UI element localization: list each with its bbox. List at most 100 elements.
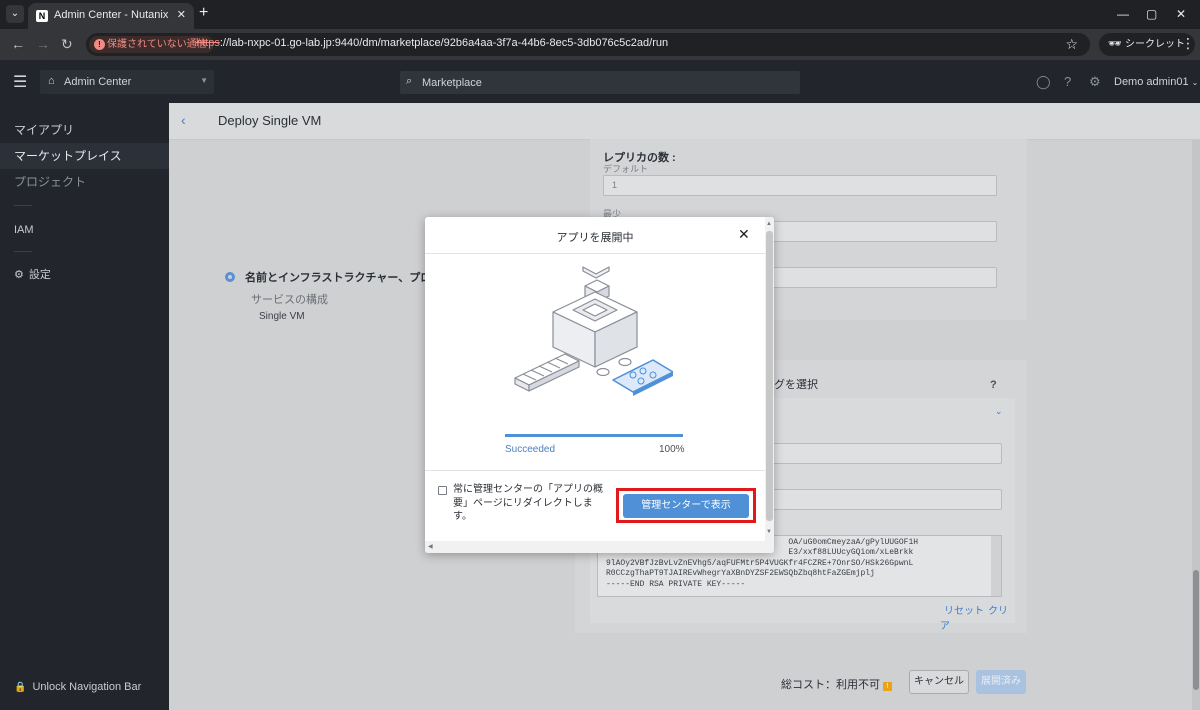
url-text[interactable]: https://lab-nxpc-01.go-lab.jp:9440/dm/ma… — [196, 37, 668, 49]
tab-search-chevron-icon[interactable]: ⌄ — [6, 5, 24, 23]
back-arrow-icon[interactable]: ← — [11, 36, 25, 52]
sidebar-item-projects[interactable]: プロジェクト — [0, 169, 169, 195]
page-header: ‹ Deploy Single VM — [169, 103, 1200, 140]
url-scheme: https — [196, 37, 220, 49]
gear-icon: ⚙ — [14, 269, 24, 281]
sidebar: マイアプリ マーケットプレイス プロジェクト IAM ⚙ 設定 🔒 Unlock N… — [0, 103, 169, 710]
key-line: 9lAOy2VBfJzBvLvZnEVhg5/aqFUFMtr5P4VUGKfr… — [606, 558, 914, 568]
browser-tabstrip: ⌄ N Admin Center - Nutanix ✕ + — ▢ ✕ — [0, 0, 1200, 29]
new-tab-icon[interactable]: + — [199, 5, 208, 21]
chevron-down-icon[interactable]: ⌄ — [995, 406, 1003, 417]
deploy-progress-bar — [505, 434, 683, 437]
close-icon[interactable]: ✕ — [738, 226, 750, 243]
lock-icon: 🔒 — [14, 682, 27, 693]
redirect-checkbox-label: 常に管理センターの「アプリの概要」ページにリダイレクトします。 — [453, 484, 603, 522]
browser-tab[interactable]: N Admin Center - Nutanix ✕ — [28, 3, 194, 29]
reset-link[interactable]: リセット — [944, 606, 984, 617]
sidebar-item-label: IAM — [14, 224, 34, 236]
sidebar-item-iam[interactable]: IAM — [0, 217, 169, 243]
sidebar-item-label: プロジェクト — [14, 175, 87, 189]
step-label: Single VM — [259, 311, 305, 322]
scroll-up-icon[interactable]: ▲ — [766, 221, 772, 227]
url-path: ://lab-nxpc-01.go-lab.jp:9440/dm/marketp… — [219, 37, 669, 49]
step-single-vm[interactable]: Single VM — [259, 311, 305, 322]
scroll-left-icon[interactable]: ◀ — [428, 543, 433, 550]
back-chevron-icon[interactable]: ‹ — [181, 112, 186, 128]
hamburger-menu-icon[interactable]: ☰ — [13, 72, 27, 92]
chevron-down-icon: ▼ — [200, 76, 208, 85]
step-name-infrastructure[interactable]: 名前とインフラストラクチャー、プロフ — [225, 269, 442, 285]
help-icon[interactable]: ? — [1064, 74, 1071, 89]
step-label: サービスの構成 — [251, 294, 328, 306]
textarea-scrollbar[interactable] — [991, 536, 1001, 596]
warning-icon: ! — [94, 39, 105, 50]
total-cost: 総コスト：利用不可! — [781, 676, 892, 692]
user-name: Demo admin01 — [1114, 76, 1189, 88]
dialog-title: アプリを展開中 — [556, 232, 634, 244]
task-status-icon[interactable]: ◯ — [1036, 74, 1051, 90]
replica-default-input[interactable]: 1 — [603, 175, 997, 196]
sidebar-item-settings[interactable]: ⚙ 設定 — [0, 262, 169, 288]
settings-gear-icon[interactable]: ⚙ — [1089, 74, 1101, 90]
view-in-admin-center-button[interactable]: 管理センターで表示 — [623, 494, 749, 518]
home-icon: ⌂ — [48, 75, 55, 87]
redirect-checkbox[interactable] — [438, 486, 447, 495]
maximize-icon[interactable]: ▢ — [1146, 7, 1157, 21]
app-switcher-label: Admin Center — [64, 76, 132, 88]
dialog-scrollbar[interactable]: ▲ ▼ — [765, 217, 774, 553]
incognito-icon: 🕶 — [1108, 38, 1122, 50]
scroll-down-icon[interactable]: ▼ — [766, 529, 772, 535]
scrollbar-thumb[interactable] — [766, 231, 773, 521]
deploy-button[interactable]: 展開済み — [976, 670, 1026, 694]
reload-icon[interactable]: ↻ — [61, 36, 73, 52]
nutanix-favicon-icon: N — [36, 10, 48, 22]
sidebar-item-marketplace[interactable]: マーケットプレイス — [0, 143, 169, 169]
step-service-config[interactable]: サービスの構成 — [251, 291, 328, 307]
unlock-label: Unlock Navigation Bar — [32, 681, 142, 693]
deploying-app-dialog: アプリを展開中 ✕ Succeeded 100% 常に管理センターの「アプリの概… — [425, 217, 774, 553]
progress-fill — [505, 434, 683, 437]
tab-close-icon[interactable]: ✕ — [177, 8, 186, 21]
unlock-navigation-bar[interactable]: 🔒 Unlock Navigation Bar — [14, 681, 141, 693]
forward-arrow-icon[interactable]: → — [36, 36, 50, 52]
step-active-radio-icon — [225, 272, 235, 282]
browser-toolbar: ← → ↻ ! 保護されていない通信 https://lab-nxpc-01.g… — [0, 29, 1200, 60]
sidebar-divider — [14, 251, 32, 252]
scrollbar-thumb[interactable] — [1193, 570, 1199, 690]
tab-title: Admin Center - Nutanix — [54, 9, 169, 21]
minimize-icon[interactable]: — — [1117, 7, 1129, 21]
security-label: 保護されていない通信 — [107, 39, 207, 50]
cost-label: 総コスト：利用不可 — [781, 679, 880, 691]
search-icon: ⌕ — [406, 75, 413, 87]
progress-percent: 100% — [659, 444, 685, 455]
action-footer: 総コスト：利用不可! キャンセル 展開済み — [169, 658, 1192, 710]
sidebar-item-label: 設定 — [28, 269, 51, 281]
app-switcher[interactable]: ⌂ Admin Center ▼ — [40, 70, 214, 94]
default-label: デフォルト — [603, 164, 649, 174]
help-icon[interactable]: ? — [990, 379, 997, 391]
incognito-label: シークレット — [1125, 39, 1185, 50]
sidebar-item-my-apps[interactable]: マイアプリ — [0, 117, 169, 143]
sidebar-divider — [14, 205, 32, 206]
window-close-icon[interactable]: ✕ — [1176, 7, 1186, 21]
page-title: Deploy Single VM — [218, 113, 322, 128]
global-search[interactable]: ⌕ — [400, 71, 800, 94]
search-input[interactable] — [422, 71, 792, 94]
page-scrollbar[interactable] — [1192, 140, 1200, 710]
sidebar-item-label: マーケットプレイス — [14, 149, 122, 163]
deployment-illustration — [514, 266, 673, 396]
dialog-horizontal-scrollbar[interactable]: ◀ — [425, 541, 765, 553]
chevron-down-icon: ⌄ — [1191, 78, 1199, 87]
user-menu[interactable]: Demo admin01 ⌄ — [1114, 76, 1198, 88]
sidebar-item-label: マイアプリ — [14, 123, 75, 137]
warning-icon: ! — [883, 682, 892, 691]
bookmark-star-icon[interactable]: ☆ — [1065, 36, 1078, 53]
cancel-button[interactable]: キャンセル — [909, 670, 969, 694]
dialog-divider — [425, 470, 765, 471]
address-bar[interactable]: ! 保護されていない通信 https://lab-nxpc-01.go-lab.… — [86, 33, 1090, 56]
key-line: R0CCzgThaPT9TJAIREvWhegrYaXBnDYZSF2EWSQb… — [606, 569, 875, 579]
app-header: ☰ ⌂ Admin Center ▼ ⌕ ◯ ? ⚙ Demo admin01 … — [0, 60, 1200, 103]
browser-menu-icon[interactable]: ⋮ — [1181, 35, 1195, 52]
security-warning-chip[interactable]: ! 保護されていない通信 — [89, 36, 214, 53]
dialog-divider — [425, 253, 765, 254]
